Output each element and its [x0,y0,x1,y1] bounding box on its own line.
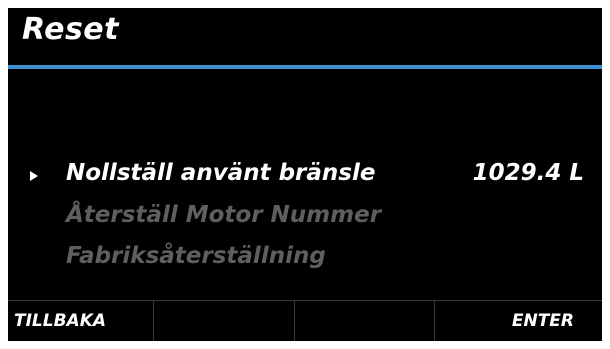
menu-item-label: Fabriksåterställning [66,243,326,269]
softkey-3[interactable] [293,301,434,341]
softkey-back[interactable]: TILLBAKA [8,301,153,341]
menu-item-factory-reset[interactable]: Fabriksåterställning [8,243,602,279]
softkey-bar: TILLBAKA ENTER [8,300,602,341]
menu-item-label: Återställ Motor Nummer [66,202,382,228]
menu-item-reset-fuel-used[interactable]: Nollställ använt bränsle 1029.4 L [8,160,602,196]
softkey-2[interactable] [153,301,293,341]
menu-item-reset-engine-number[interactable]: Återställ Motor Nummer [8,202,602,238]
display-screen: Reset Nollställ använt bränsle 1029.4 L … [8,8,602,341]
menu-item-label: Nollställ använt bränsle [66,160,376,186]
softkey-enter[interactable]: ENTER [433,301,602,341]
title-underline [8,65,602,69]
page-title: Reset [22,12,119,47]
selection-pointer-icon [30,171,38,181]
fuel-used-value: 1029.4 L [472,160,584,186]
